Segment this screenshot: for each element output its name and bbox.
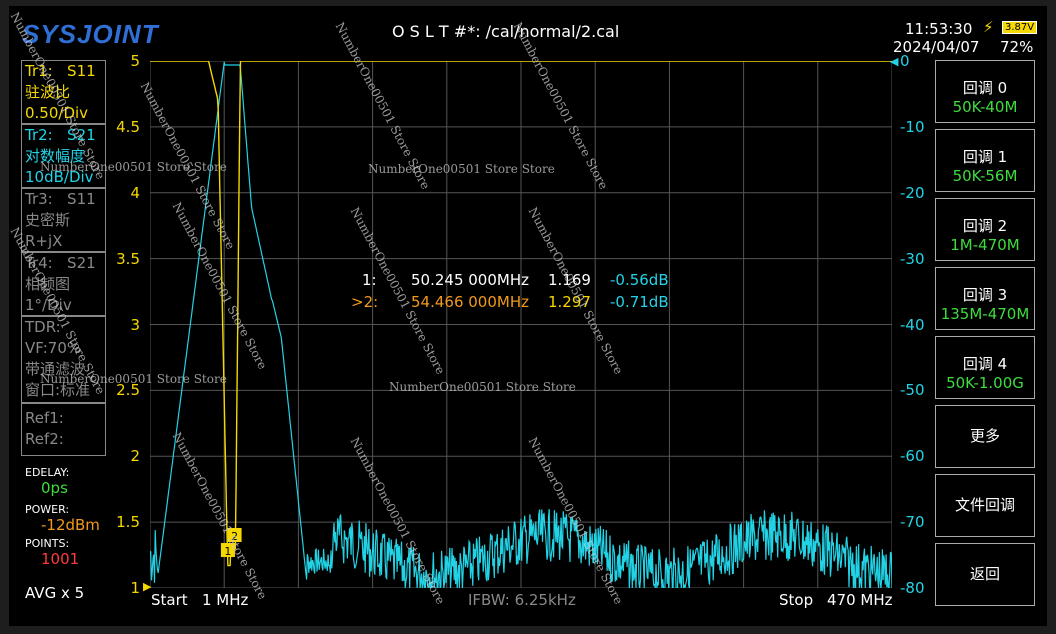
file-recall-button[interactable]: 文件回调 — [935, 474, 1035, 537]
watermark-text: NumberOne00501 Store Store — [368, 162, 555, 176]
ifbw-value[interactable]: IFBW: 6.25kHz — [468, 591, 576, 609]
recall-1-label: 回调 1 — [962, 148, 1008, 166]
db-axis-tick: -70 — [900, 513, 925, 532]
more-label: 更多 — [969, 427, 1000, 445]
edelay-value: 0ps — [41, 479, 68, 497]
power-value: -12dBm — [41, 516, 100, 534]
db-axis-tick: -40 — [900, 315, 925, 334]
recall-4-label: 回调 4 — [962, 355, 1008, 373]
trace-3-format: 史密斯 — [25, 211, 71, 229]
swr-axis-tick: 5 — [130, 52, 140, 70]
stop-value[interactable]: 470 MHz — [827, 591, 893, 609]
brand-logo: SYSJOINT — [22, 19, 159, 49]
swr-axis-tick: 1.5 — [116, 513, 140, 532]
marker-1-readout: 1: 50.245 000MHz 1.169 -0.56dB — [362, 271, 669, 289]
averaging: AVG x 5 — [25, 584, 85, 602]
recall-2-button[interactable]: 回调 2 1M-470M — [935, 198, 1035, 261]
watermark-text: NumberOne00501 Store Store — [40, 372, 227, 386]
swr-axis-tick: 2 — [130, 447, 140, 466]
edelay-label: EDELAY: — [25, 466, 70, 479]
battery-percent: 72% — [1000, 38, 1034, 56]
marker-1-id: 1: — [362, 271, 377, 289]
plot-grid — [150, 61, 892, 588]
recall-0-label: 回调 0 — [962, 79, 1008, 97]
recall-1-range: 50K-56M — [952, 167, 1018, 185]
swr-axis-tick: 4 — [130, 183, 140, 202]
recall-3-button[interactable]: 回调 3 135M-470M — [935, 267, 1035, 330]
back-button[interactable]: 返回 — [935, 543, 1035, 606]
db-axis-tick: -60 — [900, 447, 925, 466]
trace-3-param: S11 — [67, 190, 96, 208]
recall-3-label: 回调 3 — [962, 286, 1008, 304]
marker-2-freq: 54.466 000MHz — [411, 293, 529, 311]
marker-1-db: -0.56dB — [610, 271, 669, 289]
trace-4-param: S21 — [67, 254, 96, 272]
clock-time: 11:53:30 — [905, 20, 973, 38]
calibration-file: O S L T #*: /cal/normal/2.cal — [392, 22, 620, 41]
recall-1-button[interactable]: 回调 1 50K-56M — [935, 129, 1035, 192]
recall-0-range: 50K-40M — [952, 98, 1018, 116]
more-button[interactable]: 更多 — [935, 405, 1035, 468]
marker-2-readout: >2: 54.466 000MHz 1.297 -0.71dB — [351, 293, 669, 311]
trace-1-param: S11 — [67, 62, 96, 80]
battery-voltage: 3.87V — [1002, 21, 1038, 34]
marker-2-id: >2: — [351, 293, 379, 311]
recall-4-range: 50K-1.00G — [946, 374, 1024, 392]
swr-axis-tick: 3.5 — [116, 249, 140, 268]
db-ref-arrow-icon: ◀ — [890, 55, 899, 68]
db-axis-tick: -10 — [900, 117, 925, 136]
ref1-label: Ref1: — [25, 409, 64, 427]
swr-axis-tick: 1 — [130, 579, 140, 597]
recall-2-range: 1M-470M — [950, 236, 1020, 254]
recall-3-range: 135M-470M — [940, 305, 1030, 323]
trace-2-id: Tr2: — [25, 126, 53, 144]
swr-axis-tick: 4.5 — [116, 117, 140, 136]
db-axis-tick: -30 — [900, 249, 925, 268]
back-label: 返回 — [969, 565, 1000, 583]
trace-3-box[interactable]: Tr3: S11 史密斯 R+jX — [21, 188, 106, 252]
swr-axis-tick: 3 — [130, 315, 140, 334]
power-label: POWER: — [25, 503, 70, 516]
start-label: Start — [151, 591, 188, 609]
ref2-label: Ref2: — [25, 430, 64, 448]
recall-4-button[interactable]: 回调 4 50K-1.00G — [935, 336, 1035, 399]
trace-3-scale: R+jX — [25, 232, 63, 250]
start-value[interactable]: 1 MHz — [202, 591, 248, 609]
recall-2-label: 回调 2 — [962, 217, 1008, 235]
db-axis-tick: -50 — [900, 381, 925, 400]
db-axis-tick: 0 — [900, 52, 910, 70]
marker-2-db: -0.71dB — [610, 293, 669, 311]
recall-0-button[interactable]: 回调 0 50K-40M — [935, 60, 1035, 123]
db-axis-tick: -80 — [900, 579, 925, 597]
db-axis-tick: -20 — [900, 183, 925, 202]
marker-1-freq: 50.245 000MHz — [411, 271, 529, 289]
stop-label: Stop — [779, 591, 814, 609]
charging-icon: ⚡ — [983, 18, 994, 36]
ref-box[interactable]: Ref1: Ref2: — [21, 403, 106, 456]
measurement-plot[interactable]: 1212 — [150, 61, 892, 588]
points-label: POINTS: — [25, 537, 70, 550]
trace-3-id: Tr3: — [25, 190, 53, 208]
file-recall-label: 文件回调 — [954, 496, 1015, 514]
watermark-text: NumberOne00501 Store Store — [389, 380, 576, 394]
points-value: 1001 — [41, 550, 80, 568]
